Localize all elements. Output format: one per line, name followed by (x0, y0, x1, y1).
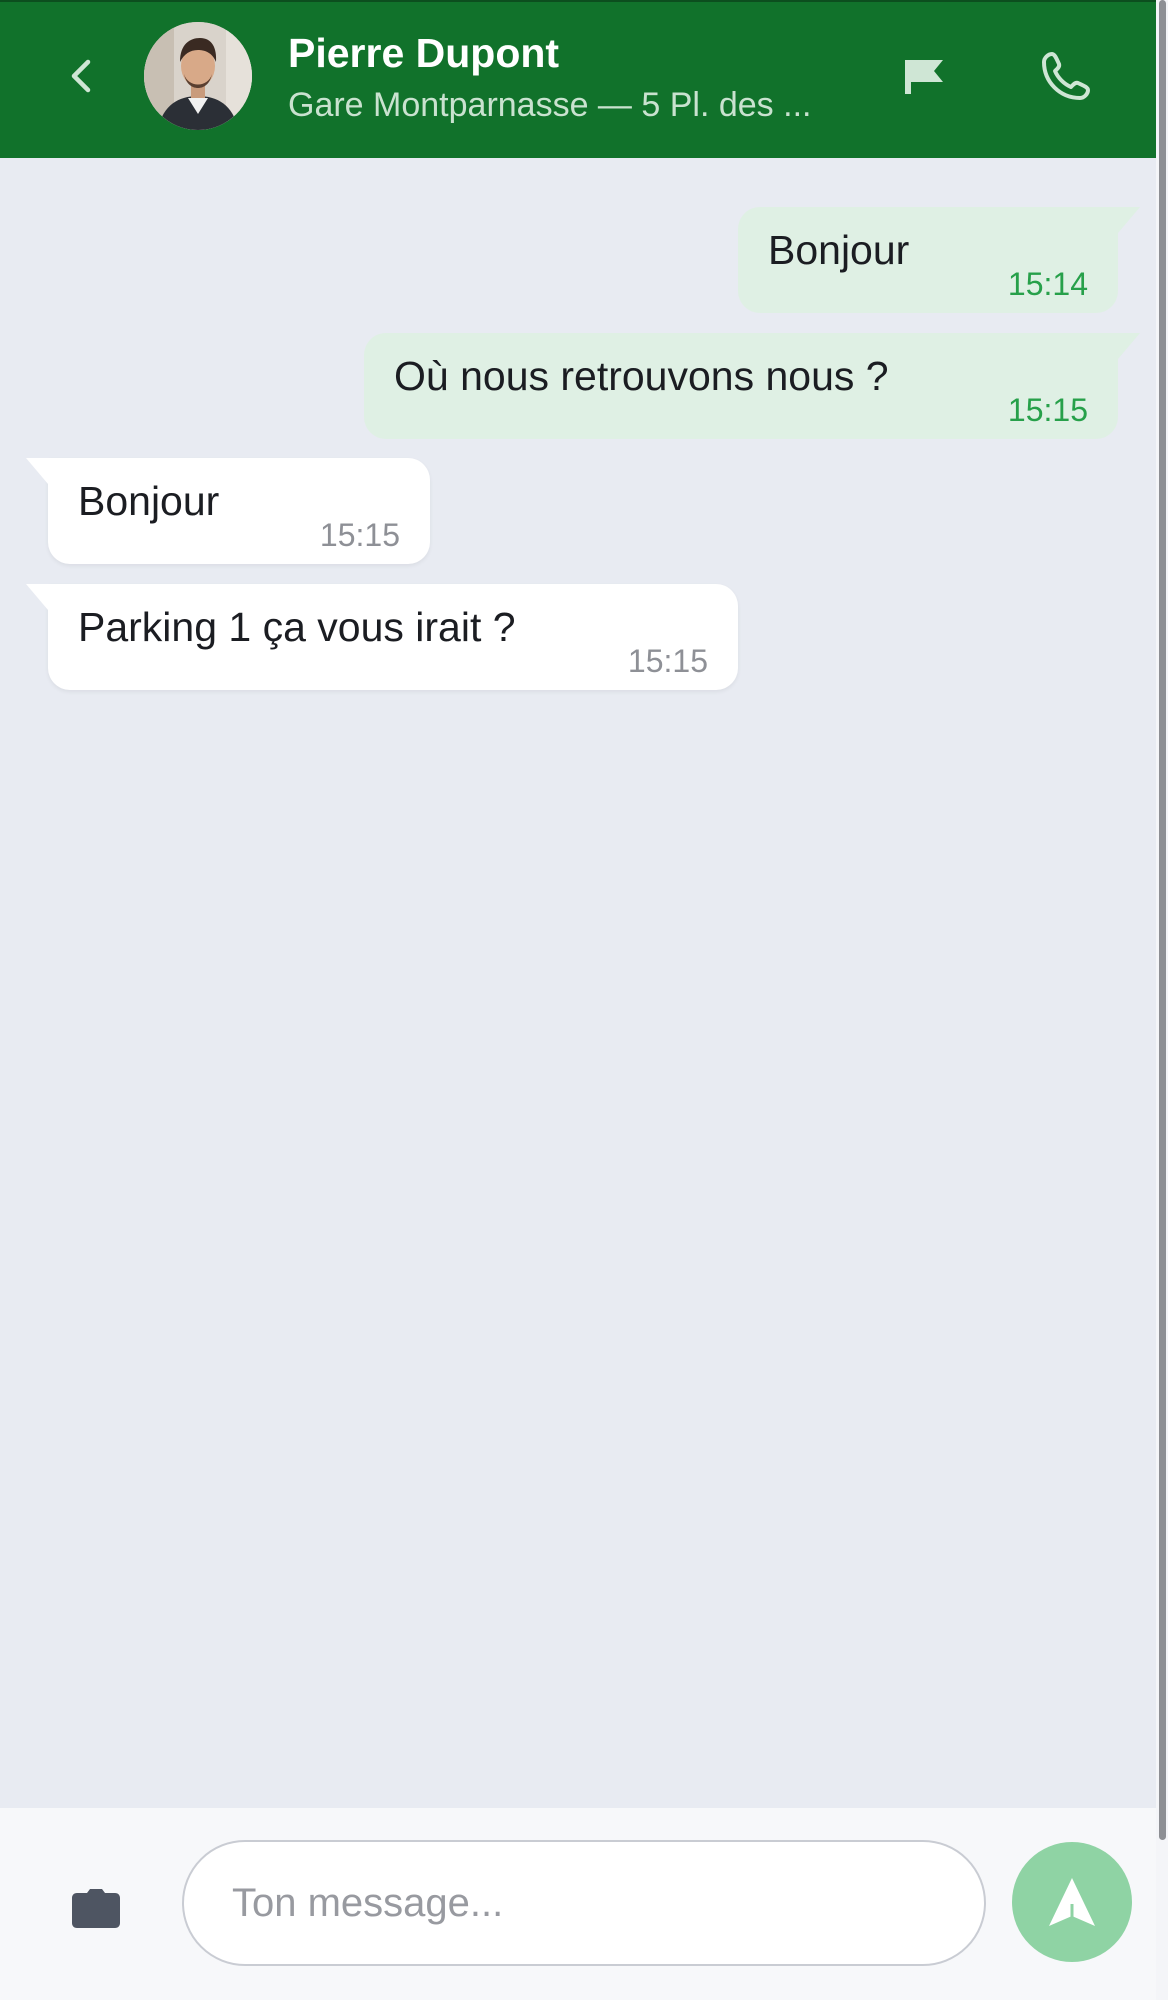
message-input[interactable] (182, 1840, 986, 1966)
chat-screen: Pierre Dupont Gare Montparnasse — 5 Pl. … (0, 0, 1168, 2000)
contact-avatar (144, 22, 252, 130)
message-time: 15:15 (627, 643, 708, 679)
chat-header: Pierre Dupont Gare Montparnasse — 5 Pl. … (0, 0, 1156, 158)
message-time: 15:15 (1007, 392, 1088, 428)
message-text: Bonjour (768, 227, 910, 273)
camera-icon (72, 1889, 120, 1928)
message-composer (0, 1808, 1156, 2000)
call-button[interactable] (1032, 42, 1100, 110)
scrollbar-track[interactable] (1156, 0, 1168, 2000)
send-icon (1049, 1878, 1095, 1926)
message-bubble-outgoing[interactable]: Où nous retrouvons nous ? 15:15 (364, 333, 1140, 439)
message-time: 15:14 (1007, 266, 1088, 302)
message-text: Bonjour (78, 478, 220, 524)
message-text: Parking 1 ça vous irait ? (78, 604, 516, 650)
contact-location: Gare Montparnasse — 5 Pl. des ... (288, 86, 812, 124)
chevron-left-icon (71, 59, 91, 93)
message-time: 15:15 (319, 517, 400, 553)
avatar[interactable] (144, 22, 252, 130)
back-button[interactable] (52, 44, 108, 108)
camera-button[interactable] (66, 1880, 126, 1936)
message-bubble-outgoing[interactable]: Bonjour 15:14 (738, 207, 1140, 313)
phone-icon (1042, 52, 1090, 100)
message-text: Où nous retrouvons nous ? (394, 353, 889, 399)
report-button[interactable] (892, 44, 956, 108)
contact-name: Pierre Dupont (288, 30, 560, 76)
send-button[interactable] (1012, 1842, 1132, 1962)
flag-icon (905, 60, 943, 94)
scrollbar-thumb[interactable] (1159, 0, 1166, 1840)
message-bubble-incoming[interactable]: Parking 1 ça vous irait ? 15:15 (26, 584, 738, 690)
message-bubble-incoming[interactable]: Bonjour 15:15 (26, 458, 430, 564)
